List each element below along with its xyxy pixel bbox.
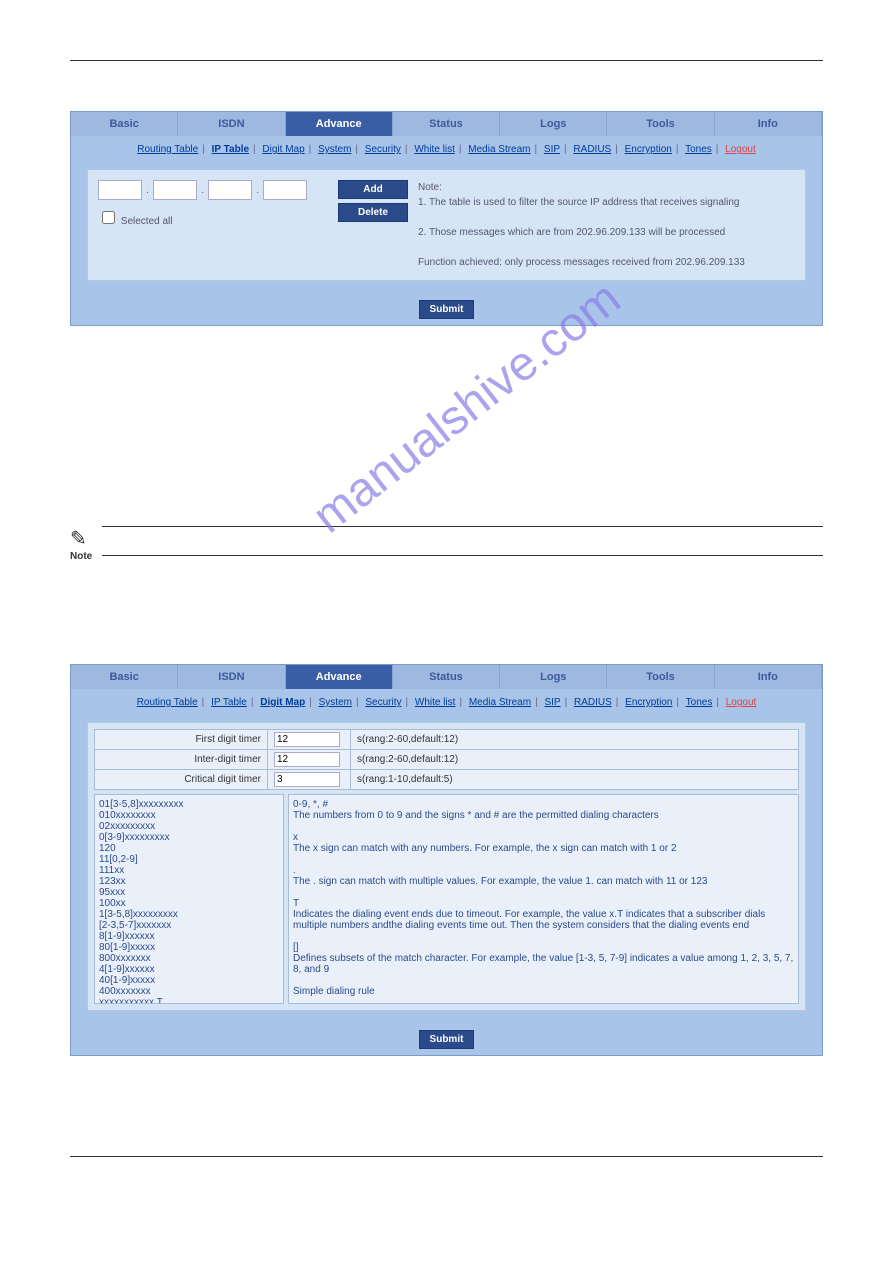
nav-encryption[interactable]: Encryption [625,144,672,155]
note-box: Note: 1. The table is used to filter the… [418,180,795,270]
note-line-1: 1. The table is used to filter the sourc… [418,195,795,210]
nav-white-list[interactable]: White list [414,144,455,155]
nav2-routing-table[interactable]: Routing Table [137,697,198,708]
tab-status[interactable]: Status [393,112,500,136]
timer-table: First digit timer s(rang:2-60,default:12… [94,729,799,790]
tab-isdn[interactable]: ISDN [178,112,285,136]
digit-map-panel: Basic ISDN Advance Status Logs Tools Inf… [70,664,823,1056]
inter-digit-row: Inter-digit timer s(rang:2-60,default:12… [95,750,799,770]
tab-logs-2[interactable]: Logs [500,665,607,689]
nav2-radius[interactable]: RADIUS [574,697,612,708]
note-rule-2 [102,555,823,584]
main-tabs: Basic ISDN Advance Status Logs Tools Inf… [71,112,822,136]
critical-digit-label: Critical digit timer [95,770,268,790]
submit-button-1[interactable]: Submit [419,300,475,319]
inter-digit-label: Inter-digit timer [95,750,268,770]
nav2-ip-table[interactable]: IP Table [211,697,247,708]
digit-map-help-textarea[interactable]: 0-9, *, # The numbers from 0 to 9 and th… [288,794,799,1004]
tab-tools-2[interactable]: Tools [607,665,714,689]
nav-radius[interactable]: RADIUS [573,144,611,155]
add-button[interactable]: Add [338,180,408,199]
note-title: Note: [418,180,795,195]
nav-media-stream[interactable]: Media Stream [468,144,530,155]
critical-digit-row: Critical digit timer s(rang:1-10,default… [95,770,799,790]
first-digit-input[interactable] [274,732,340,747]
delete-button[interactable]: Delete [338,203,408,222]
tab-info[interactable]: Info [715,112,822,136]
nav2-media-stream[interactable]: Media Stream [469,697,531,708]
nav2-sip[interactable]: SIP [544,697,560,708]
subnav-2: Routing Table| IP Table| Digit Map| Syst… [71,689,822,716]
critical-digit-input[interactable] [274,772,340,787]
nav-security[interactable]: Security [365,144,401,155]
tab-info-2[interactable]: Info [715,665,822,689]
critical-digit-hint: s(rang:1-10,default:5) [351,770,799,790]
select-all-label[interactable]: Selected all [98,216,172,227]
nav2-encryption[interactable]: Encryption [625,697,672,708]
digit-map-rules-textarea[interactable]: 01[3-5,8]xxxxxxxxx 010xxxxxxxx 02xxxxxxx… [94,794,284,1004]
main-tabs-2: Basic ISDN Advance Status Logs Tools Inf… [71,665,822,689]
submit-button-2[interactable]: Submit [419,1030,475,1049]
nav2-logout[interactable]: Logout [726,697,757,708]
nav2-white-list[interactable]: White list [415,697,456,708]
ip-table-panel: Basic ISDN Advance Status Logs Tools Inf… [70,111,823,326]
nav-tones[interactable]: Tones [685,144,712,155]
pencil-icon: ✎ [70,526,92,551]
tab-advance[interactable]: Advance [286,112,393,136]
nav-sip[interactable]: SIP [544,144,560,155]
tab-status-2[interactable]: Status [393,665,500,689]
ip-octet-3[interactable] [208,180,252,200]
first-digit-label: First digit timer [95,730,268,750]
ip-table-content: . . . Selected all Add Delete Note: 1. T… [87,169,806,281]
nav2-system[interactable]: System [319,697,352,708]
doc-note-block: ✎ Note [70,526,823,584]
nav2-digit-map[interactable]: Digit Map [260,697,305,708]
first-digit-hint: s(rang:2-60,default:12) [351,730,799,750]
ip-octet-4[interactable] [263,180,307,200]
top-rule [70,60,823,61]
nav-logout[interactable]: Logout [725,144,756,155]
note-label: Note [70,551,92,562]
nav2-tones[interactable]: Tones [686,697,713,708]
tab-basic-2[interactable]: Basic [71,665,178,689]
note-line-2: 2. Those messages which are from 202.96.… [418,225,795,240]
ip-octet-1[interactable] [98,180,142,200]
nav2-security[interactable]: Security [365,697,401,708]
bottom-rule [70,1156,823,1157]
nav-routing-table[interactable]: Routing Table [137,144,198,155]
note-line-3: Function achieved: only process messages… [418,255,795,270]
digit-map-content: First digit timer s(rang:2-60,default:12… [87,722,806,1011]
tab-tools[interactable]: Tools [607,112,714,136]
ip-input-row: . . . [98,180,328,200]
inter-digit-hint: s(rang:2-60,default:12) [351,750,799,770]
nav-digit-map[interactable]: Digit Map [262,144,304,155]
tab-isdn-2[interactable]: ISDN [178,665,285,689]
select-all-text: Selected all [121,216,173,227]
tab-basic[interactable]: Basic [71,112,178,136]
first-digit-row: First digit timer s(rang:2-60,default:12… [95,730,799,750]
select-all-checkbox[interactable] [102,211,115,224]
tab-advance-2[interactable]: Advance [286,665,393,689]
inter-digit-input[interactable] [274,752,340,767]
ip-octet-2[interactable] [153,180,197,200]
nav-system[interactable]: System [318,144,351,155]
nav-ip-table[interactable]: IP Table [212,144,249,155]
note-rule-1 [102,526,823,555]
subnav-1: Routing Table| IP Table| Digit Map| Syst… [71,136,822,163]
tab-logs[interactable]: Logs [500,112,607,136]
